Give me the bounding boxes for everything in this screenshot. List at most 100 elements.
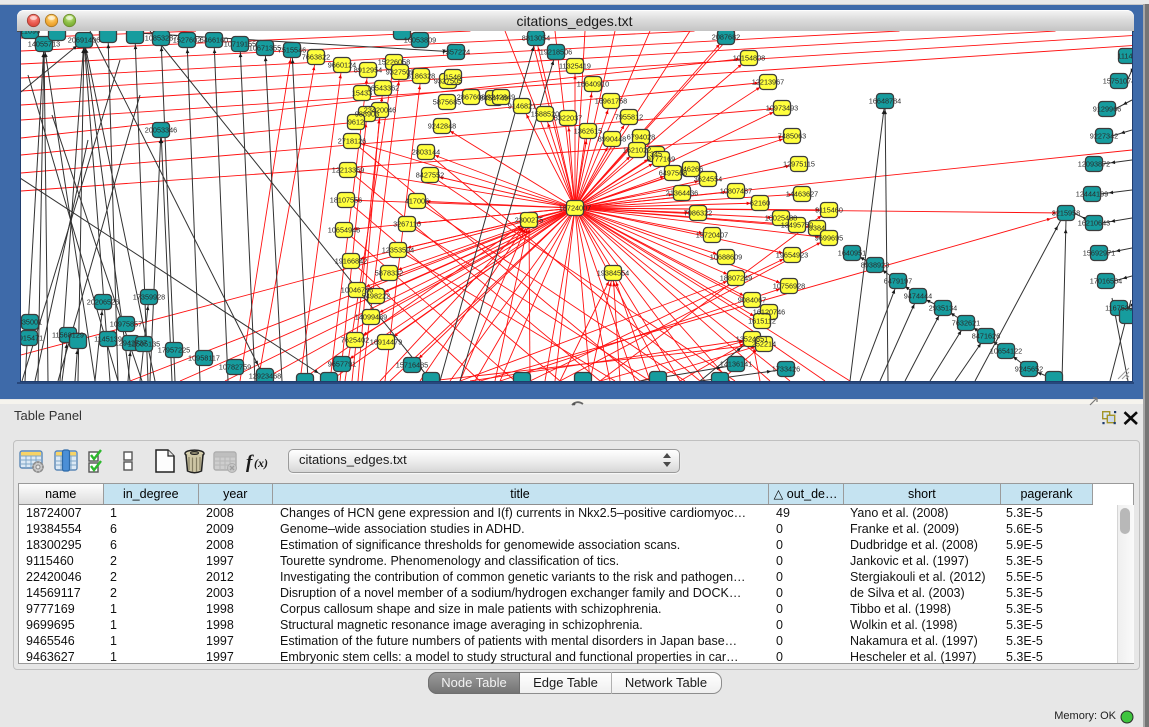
svg-text:10807487: 10807487 <box>720 186 752 195</box>
svg-text:2087682: 2087682 <box>712 32 740 41</box>
svg-text:10782759: 10782759 <box>219 362 251 371</box>
svg-text:2803144: 2803144 <box>412 147 440 156</box>
svg-text:15226058: 15226058 <box>378 57 410 66</box>
svg-text:9612: 9612 <box>348 117 364 126</box>
svg-text:9384: 9384 <box>809 223 825 232</box>
svg-text:8990448: 8990448 <box>598 134 626 143</box>
svg-text:1733426: 1733426 <box>772 364 800 373</box>
svg-text:f: f <box>246 452 254 473</box>
svg-text:16640910: 16640910 <box>577 79 609 88</box>
svg-text:15692971: 15692971 <box>1083 248 1115 257</box>
svg-text:12444199: 12444199 <box>1076 189 1108 198</box>
svg-text:417006: 417006 <box>405 196 429 205</box>
svg-text:10975857: 10975857 <box>110 319 142 328</box>
svg-text:20206526: 20206526 <box>87 297 119 306</box>
svg-text:11143: 11143 <box>1117 51 1132 60</box>
svg-text:16053809: 16053809 <box>404 35 436 44</box>
svg-text:2935134: 2935134 <box>929 303 957 312</box>
svg-text:9474444: 9474444 <box>904 291 932 300</box>
svg-text:17957225: 17957225 <box>158 345 190 354</box>
svg-text:10654122: 10654122 <box>990 346 1022 355</box>
svg-text:7485063: 7485063 <box>778 131 806 140</box>
svg-text:8813054: 8813054 <box>522 33 550 42</box>
svg-text:6479197: 6479197 <box>884 276 912 285</box>
svg-text:21364436: 21364436 <box>666 188 698 197</box>
svg-text:15716485: 15716485 <box>396 360 428 369</box>
svg-text:12213967: 12213967 <box>752 77 784 86</box>
svg-text:9115460: 9115460 <box>815 205 843 214</box>
svg-text:3267110: 3267110 <box>393 219 421 228</box>
svg-text:19218506: 19218506 <box>540 47 572 56</box>
svg-text:9227342: 9227342 <box>1090 131 1118 140</box>
svg-text:17016504: 17016504 <box>1090 276 1122 285</box>
svg-text:16961758: 16961758 <box>595 96 627 105</box>
svg-text:7357224: 7357224 <box>442 47 470 56</box>
svg-text:12353594: 12353594 <box>382 245 414 254</box>
svg-text:10654948: 10654948 <box>328 225 360 234</box>
svg-text:14055713: 14055713 <box>28 39 60 48</box>
svg-text:12213369: 12213369 <box>332 165 364 174</box>
svg-text:1527602: 1527602 <box>173 35 201 44</box>
svg-text:19654923: 19654923 <box>776 250 808 259</box>
svg-text:1615112: 1615112 <box>748 316 776 325</box>
svg-text:9777169: 9777169 <box>647 154 675 163</box>
svg-text:9245652: 9245652 <box>1015 364 1043 373</box>
svg-text:16210643: 16210643 <box>1078 218 1110 227</box>
svg-text:19384554: 19384554 <box>597 268 629 277</box>
svg-text:7632621: 7632621 <box>952 318 980 327</box>
svg-text:20053346: 20053346 <box>145 125 177 134</box>
svg-text:9242849: 9242849 <box>487 92 515 101</box>
svg-text:8186328: 8186328 <box>407 71 435 80</box>
svg-text:1621022: 1621022 <box>623 145 651 154</box>
svg-text:8471626: 8471626 <box>972 331 1000 340</box>
svg-text:12093872: 12093872 <box>1078 159 1110 168</box>
svg-text:17359928: 17359928 <box>133 292 165 301</box>
svg-text:11325419: 11325419 <box>559 61 591 70</box>
svg-text:12505135: 12505135 <box>128 339 160 348</box>
svg-text:10756928: 10756928 <box>773 281 805 290</box>
svg-text:9242848: 9242848 <box>428 121 456 130</box>
svg-text:19166842: 19166842 <box>335 256 367 265</box>
svg-text:835001: 835001 <box>21 317 42 326</box>
svg-text:10671355: 10671355 <box>249 43 281 52</box>
svg-text:5498222: 5498222 <box>362 291 390 300</box>
svg-text:1640951: 1640951 <box>838 248 866 257</box>
svg-text:252214: 252214 <box>752 339 776 348</box>
svg-text:10688609: 10688609 <box>710 252 742 261</box>
svg-text:5875685: 5875685 <box>433 97 461 106</box>
svg-text:62160: 62160 <box>750 198 770 207</box>
svg-text:9660124: 9660124 <box>328 60 356 69</box>
svg-text:18107556: 18107556 <box>330 195 362 204</box>
svg-text:15433: 15433 <box>352 88 372 97</box>
svg-text:11568129: 11568129 <box>52 330 84 339</box>
svg-text:2718126: 2718126 <box>338 136 366 145</box>
svg-text:3624554: 3624554 <box>694 174 722 183</box>
svg-text:14136141: 14136141 <box>720 359 752 368</box>
svg-text:9657791: 9657791 <box>328 359 356 368</box>
svg-text:1167539: 1167539 <box>1105 303 1132 312</box>
svg-text:5878332: 5878332 <box>375 268 403 277</box>
svg-text:9084067: 9084067 <box>738 295 766 304</box>
svg-text:6497568: 6497568 <box>659 168 687 177</box>
svg-text:18724007: 18724007 <box>559 203 591 212</box>
svg-text:1546: 1546 <box>445 72 461 81</box>
svg-text:18807249: 18807249 <box>720 273 752 282</box>
svg-text:8912954: 8912954 <box>354 65 382 74</box>
svg-text:7663822: 7663822 <box>302 52 330 61</box>
svg-text:14463627: 14463627 <box>786 189 818 198</box>
svg-text:2300275: 2300275 <box>515 215 543 224</box>
svg-text:12923468: 12923468 <box>249 371 281 380</box>
svg-text:21096: 21096 <box>21 31 40 35</box>
svg-text:14099489: 14099489 <box>355 312 387 321</box>
svg-text:7955812: 7955812 <box>615 112 643 121</box>
svg-text:3215958: 3215958 <box>1052 208 1080 217</box>
svg-text:15720407: 15720407 <box>696 230 728 239</box>
svg-text:10973493: 10973493 <box>766 103 798 112</box>
svg-text:16914479: 16914479 <box>370 337 402 346</box>
svg-text:10958117: 10958117 <box>188 353 220 362</box>
svg-text:8938923: 8938923 <box>861 260 889 269</box>
svg-text:16648784: 16648784 <box>869 96 901 105</box>
svg-text:9915471: 9915471 <box>21 333 43 342</box>
svg-text:9699695: 9699695 <box>815 233 843 242</box>
svg-text:20691406: 20691406 <box>68 35 100 44</box>
